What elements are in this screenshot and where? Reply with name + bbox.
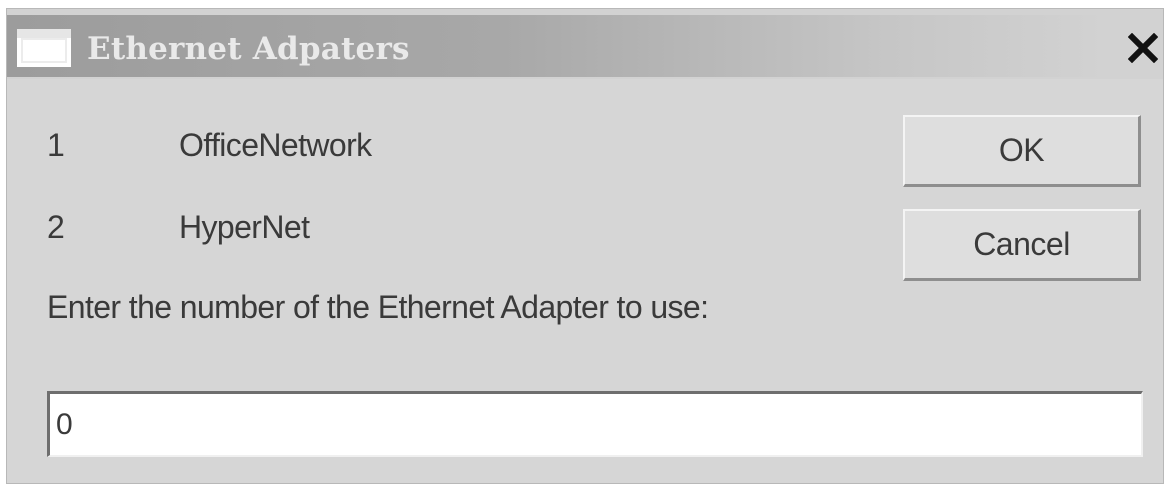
adapter-name: OfficeNetwork [179, 127, 372, 163]
adapter-prompt-label: Enter the number of the Ethernet Adapter… [47, 289, 709, 325]
adapter-number-input[interactable]: 0 [47, 391, 1143, 457]
adapter-number: 2 [47, 209, 65, 245]
close-button[interactable] [1123, 27, 1163, 69]
cancel-button[interactable]: Cancel [903, 209, 1141, 281]
window-icon [17, 29, 71, 67]
adapter-number-input-value: 0 [56, 407, 73, 441]
ethernet-adapters-dialog: Ethernet Adpaters 1 OfficeNetwork 2 Hype… [6, 8, 1164, 484]
close-icon [1128, 33, 1158, 63]
title-bar[interactable]: Ethernet Adpaters [7, 9, 1163, 79]
dialog-title: Ethernet Adpaters [87, 31, 410, 67]
adapter-number: 1 [47, 127, 65, 163]
ok-button[interactable]: OK [903, 115, 1141, 187]
adapter-name: HyperNet [179, 209, 310, 245]
